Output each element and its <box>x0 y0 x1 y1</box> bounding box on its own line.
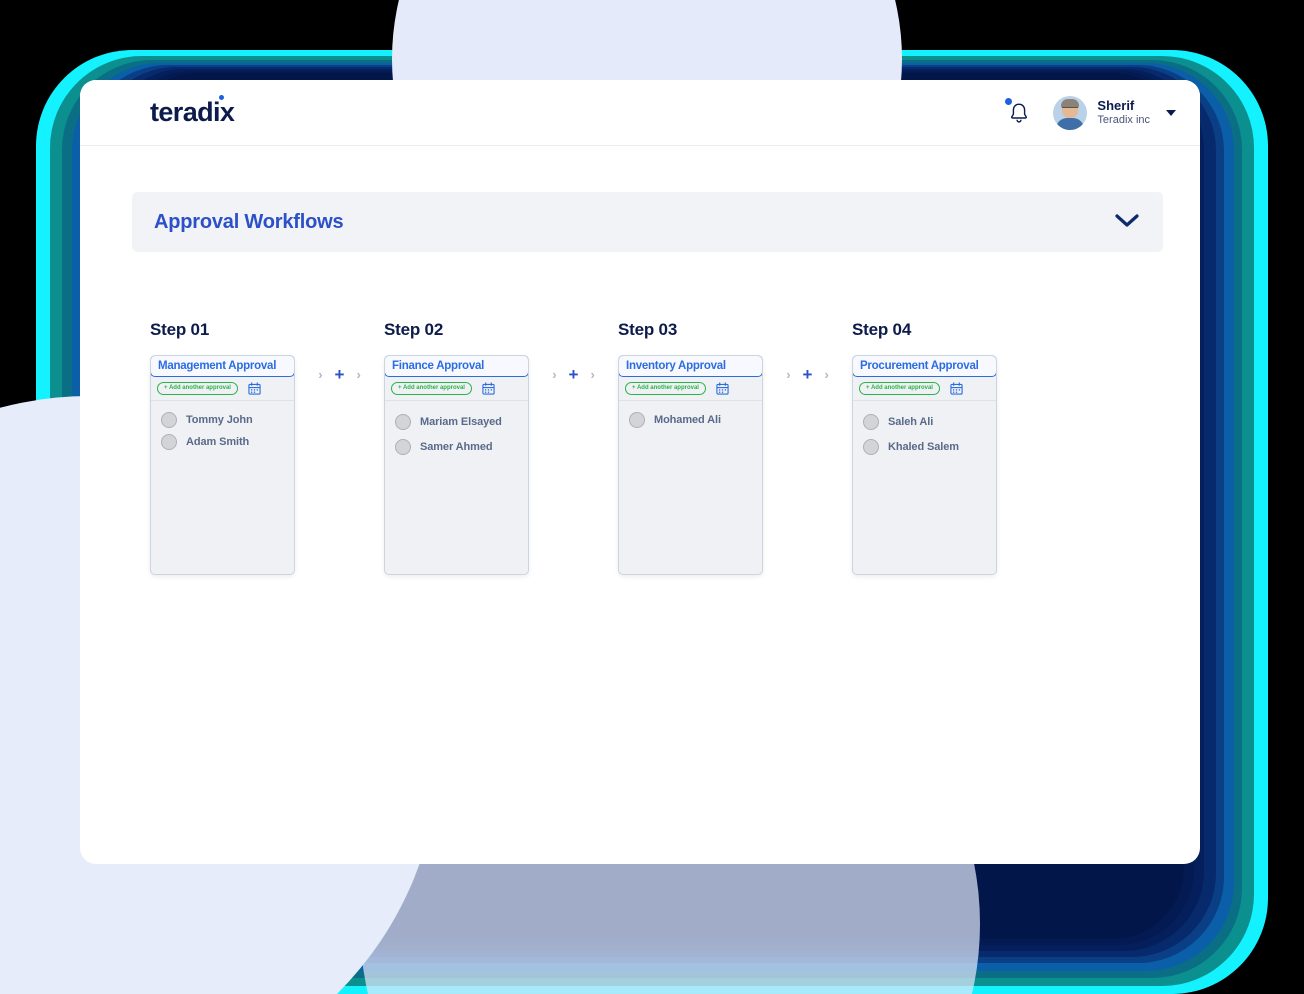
chevron-right-icon: › <box>824 366 829 382</box>
step-card[interactable]: Procurement Approval + Add another appro… <box>852 355 997 575</box>
panel-collapse-toggle[interactable] <box>1113 211 1141 234</box>
approver-list: Mariam Elsayed Samer Ahmed <box>385 401 528 459</box>
calendar-icon <box>248 382 261 395</box>
calendar-button[interactable] <box>482 382 495 395</box>
approver-row[interactable]: Mariam Elsayed <box>385 409 528 434</box>
step-title-field[interactable]: Inventory Approval <box>619 356 762 377</box>
step-label: Step 04 <box>852 320 912 339</box>
approver-avatar-icon <box>161 434 177 450</box>
approver-list: Mohamed Ali <box>619 401 762 431</box>
workflow-steps-container: Step 01 Management Approval + Add anothe… <box>150 320 997 575</box>
screenshot-stage: teradix Sherif Teradix inc Approval Work… <box>0 0 1304 994</box>
approver-row[interactable]: Saleh Ali <box>853 409 996 434</box>
app-topbar: teradix Sherif Teradix inc <box>80 80 1200 146</box>
step-card[interactable]: Inventory Approval + Add another approva… <box>618 355 763 575</box>
step-label: Step 02 <box>384 320 444 339</box>
notifications-button[interactable] <box>1005 97 1031 126</box>
user-name: Sherif <box>1097 97 1135 113</box>
workflow-step-4: Step 04 Procurement Approval + Add anoth… <box>852 320 997 575</box>
notification-badge-dot-icon <box>1005 97 1013 105</box>
add-step-button[interactable]: + <box>569 366 579 383</box>
approver-row[interactable]: Samer Ahmed <box>385 434 528 459</box>
step-title-text: Inventory Approval <box>626 360 726 372</box>
avatar-shirt <box>1056 117 1085 130</box>
step-title-field[interactable]: Procurement Approval <box>853 356 996 377</box>
approver-name: Samer Ahmed <box>420 440 493 453</box>
step-label: Step 01 <box>150 320 210 339</box>
add-another-approval-button[interactable]: + Add another approval <box>625 382 706 395</box>
page-title: Approval Workflows <box>154 210 344 233</box>
step-label: Step 03 <box>618 320 678 339</box>
step-title-field[interactable]: Management Approval <box>151 356 294 377</box>
chevron-right-icon: › <box>786 366 791 382</box>
approver-row[interactable]: Mohamed Ali <box>619 409 762 431</box>
topbar-actions: Sherif Teradix inc <box>1005 95 1176 130</box>
step-actions: + Add another approval <box>151 377 294 401</box>
add-another-approval-button[interactable]: + Add another approval <box>391 382 472 395</box>
brand-logo-dot-icon <box>218 95 224 100</box>
add-another-approval-button[interactable]: + Add another approval <box>859 382 940 395</box>
avatar <box>1053 95 1088 130</box>
step-actions: + Add another approval <box>619 377 762 401</box>
approver-avatar-icon <box>161 412 177 428</box>
step-title-text: Management Approval <box>158 360 277 372</box>
step-connector: › + › <box>763 363 852 385</box>
step-card[interactable]: Finance Approval + Add another approval <box>384 355 529 575</box>
brand-logo-text: teradix <box>150 97 235 127</box>
approver-row[interactable]: Khaled Salem <box>853 434 996 459</box>
app-window: teradix Sherif Teradix inc Approval Work… <box>80 80 1200 864</box>
workflow-step-3: Step 03 Inventory Approval + Add another… <box>618 320 763 575</box>
approver-avatar-icon <box>863 413 879 430</box>
calendar-icon <box>482 382 495 395</box>
chevron-right-icon: › <box>552 366 557 382</box>
avatar-glasses <box>1062 106 1079 110</box>
approver-name: Adam Smith <box>186 436 250 448</box>
add-step-button[interactable]: + <box>335 366 345 383</box>
workflow-step-2: Step 02 Finance Approval + Add another a… <box>384 320 529 575</box>
approver-name: Mariam Elsayed <box>420 415 502 428</box>
approver-avatar-icon <box>395 438 411 455</box>
step-connector: › + › <box>295 363 384 385</box>
approver-name: Saleh Ali <box>888 415 934 428</box>
approver-row[interactable]: Adam Smith <box>151 431 294 453</box>
step-card[interactable]: Management Approval + Add another approv… <box>150 355 295 575</box>
step-connector: › + › <box>529 363 618 385</box>
approver-list: Tommy John Adam Smith <box>151 401 294 453</box>
calendar-button[interactable] <box>950 382 963 395</box>
calendar-icon <box>950 382 963 395</box>
calendar-icon <box>716 382 729 395</box>
step-title-text: Procurement Approval <box>860 360 979 372</box>
approver-row[interactable]: Tommy John <box>151 409 294 431</box>
workflow-step-1: Step 01 Management Approval + Add anothe… <box>150 320 295 575</box>
chevron-down-icon <box>1115 213 1139 227</box>
approver-avatar-icon <box>863 438 879 455</box>
calendar-button[interactable] <box>716 382 729 395</box>
add-step-button[interactable]: + <box>803 366 813 383</box>
approver-avatar-icon <box>395 413 411 430</box>
approver-avatar-icon <box>629 412 645 428</box>
approver-name: Mohamed Ali <box>654 414 721 426</box>
step-title-field[interactable]: Finance Approval <box>385 356 528 377</box>
add-another-approval-button[interactable]: + Add another approval <box>157 382 238 395</box>
brand-logo[interactable]: teradix <box>150 95 235 127</box>
user-identity: Sherif Teradix inc <box>1097 97 1150 127</box>
chevron-right-icon: › <box>318 366 323 382</box>
chevron-right-icon: › <box>590 366 595 382</box>
chevron-right-icon: › <box>356 366 361 382</box>
step-actions: + Add another approval <box>853 377 996 401</box>
user-menu[interactable]: Sherif Teradix inc <box>1053 95 1176 130</box>
approver-list: Saleh Ali Khaled Salem <box>853 401 996 459</box>
step-actions: + Add another approval <box>385 377 528 401</box>
approval-workflows-panel-header[interactable]: Approval Workflows <box>132 192 1163 252</box>
calendar-button[interactable] <box>248 382 261 395</box>
caret-down-icon[interactable] <box>1166 109 1176 116</box>
approver-name: Khaled Salem <box>888 440 959 453</box>
step-title-text: Finance Approval <box>392 360 485 372</box>
user-org: Teradix inc <box>1097 113 1150 126</box>
approver-name: Tommy John <box>186 414 253 426</box>
